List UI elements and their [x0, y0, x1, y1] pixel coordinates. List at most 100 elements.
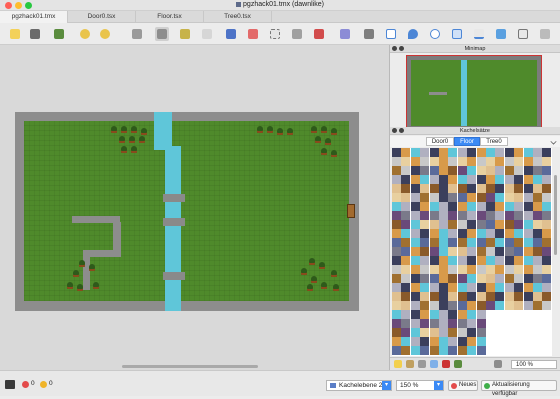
tileset-tile[interactable] [504, 247, 514, 256]
tileset-tile[interactable] [476, 328, 486, 337]
tileset-tile[interactable] [448, 283, 458, 292]
tileset-tile[interactable] [401, 337, 411, 346]
tileset-tile[interactable] [457, 229, 467, 238]
tileset-tile[interactable] [392, 319, 401, 328]
tileset-tile[interactable] [495, 175, 505, 184]
tileset-tile[interactable] [401, 157, 411, 166]
tileset-tile[interactable] [542, 283, 552, 292]
tileset-tile[interactable] [533, 148, 542, 157]
tileset-tile[interactable] [439, 202, 448, 211]
tileset-tile[interactable] [495, 220, 505, 229]
tab-floor[interactable]: Floor.tsx [136, 11, 204, 23]
insert-text-button[interactable] [516, 27, 530, 41]
tileset-tile[interactable] [476, 220, 486, 229]
tileset-tile[interactable] [392, 157, 401, 166]
eraser-button[interactable] [246, 27, 260, 41]
tileset-tab-door0[interactable]: Door0 [426, 137, 454, 146]
tileset-tile[interactable] [495, 238, 505, 247]
tileset-tile[interactable] [504, 256, 514, 265]
tileset-tile[interactable] [457, 211, 467, 220]
close-panel-icon[interactable] [392, 46, 397, 51]
tileset-tile[interactable] [401, 202, 411, 211]
close-panel-icon[interactable] [392, 128, 397, 133]
tileset-zoom-select[interactable]: 100 % [511, 360, 557, 369]
tileset-tile[interactable] [495, 202, 505, 211]
tileset-tile[interactable] [467, 256, 477, 265]
tileset-tile[interactable] [457, 220, 467, 229]
tileset-tile[interactable] [429, 202, 439, 211]
tileset-tile[interactable] [392, 193, 401, 202]
tileset-tile[interactable] [523, 193, 533, 202]
tileset-tile[interactable] [410, 337, 420, 346]
tileset-tile[interactable] [392, 283, 401, 292]
tileset-tile[interactable] [410, 202, 420, 211]
tileset-tile[interactable] [542, 148, 552, 157]
export-tileset-icon[interactable] [418, 360, 426, 368]
redo-button[interactable] [98, 27, 112, 41]
tileset-tile[interactable] [448, 301, 458, 310]
tileset-tile[interactable] [467, 184, 477, 193]
tileset-tile[interactable] [523, 184, 533, 193]
tileset-tile[interactable] [467, 247, 477, 256]
tileset-tile[interactable] [392, 220, 401, 229]
tileset-tile[interactable] [410, 283, 420, 292]
tileset-tile[interactable] [439, 274, 448, 283]
tileset-tile[interactable] [533, 157, 542, 166]
tileset-tile[interactable] [476, 247, 486, 256]
tileset-tile[interactable] [533, 292, 542, 301]
tileset-tile[interactable] [495, 283, 505, 292]
tileset-tile[interactable] [533, 229, 542, 238]
tileset-tile[interactable] [476, 184, 486, 193]
tileset-tile[interactable] [429, 238, 439, 247]
tileset-tile[interactable] [523, 247, 533, 256]
tileset-tile[interactable] [467, 166, 477, 175]
tileset-tile[interactable] [420, 148, 430, 157]
tileset-tile[interactable] [486, 175, 495, 184]
tileset-tile[interactable] [457, 274, 467, 283]
tileset-tile[interactable] [439, 238, 448, 247]
tileset-tile[interactable] [410, 265, 420, 274]
tileset-tile[interactable] [392, 247, 401, 256]
tileset-tile[interactable] [448, 220, 458, 229]
tileset-tile[interactable] [486, 301, 495, 310]
magic-wand-button[interactable] [290, 27, 304, 41]
tileset-tile[interactable] [476, 193, 486, 202]
tileset-scrollbar[interactable] [554, 175, 557, 255]
tileset-tile[interactable] [504, 148, 514, 157]
tileset-tile[interactable] [467, 337, 477, 346]
tileset-tile[interactable] [486, 229, 495, 238]
tileset-tile[interactable] [420, 184, 430, 193]
tileset-tile[interactable] [514, 229, 524, 238]
tileset-tile[interactable] [542, 238, 552, 247]
tileset-tile[interactable] [392, 310, 401, 319]
tileset-tile[interactable] [523, 265, 533, 274]
tileset-tile[interactable] [448, 265, 458, 274]
tileset-tile[interactable] [410, 301, 420, 310]
tileset-tile[interactable] [420, 220, 430, 229]
tileset-tile[interactable] [410, 184, 420, 193]
tileset-tile[interactable] [495, 148, 505, 157]
tileset-tile[interactable] [542, 184, 552, 193]
tileset-tile[interactable] [504, 274, 514, 283]
tileset-tile[interactable] [401, 238, 411, 247]
tileset-tile[interactable] [533, 193, 542, 202]
tileset-tile[interactable] [429, 274, 439, 283]
tileset-tile[interactable] [448, 229, 458, 238]
tileset-tile[interactable] [486, 166, 495, 175]
tileset-tile[interactable] [401, 166, 411, 175]
tileset-tile[interactable] [420, 265, 430, 274]
tileset-tile[interactable] [410, 148, 420, 157]
tileset-tile[interactable] [476, 148, 486, 157]
tileset-tile[interactable] [439, 220, 448, 229]
tileset-tile[interactable] [429, 184, 439, 193]
new-file-button[interactable] [8, 27, 22, 41]
tileset-tile[interactable] [533, 166, 542, 175]
tileset-tile[interactable] [401, 319, 411, 328]
tileset-tile[interactable] [514, 184, 524, 193]
tileset-tile[interactable] [439, 157, 448, 166]
tileset-tile[interactable] [410, 157, 420, 166]
tileset-tile[interactable] [486, 157, 495, 166]
tileset-tile[interactable] [486, 274, 495, 283]
float-panel-icon[interactable] [399, 46, 404, 51]
tileset-tile[interactable] [429, 220, 439, 229]
